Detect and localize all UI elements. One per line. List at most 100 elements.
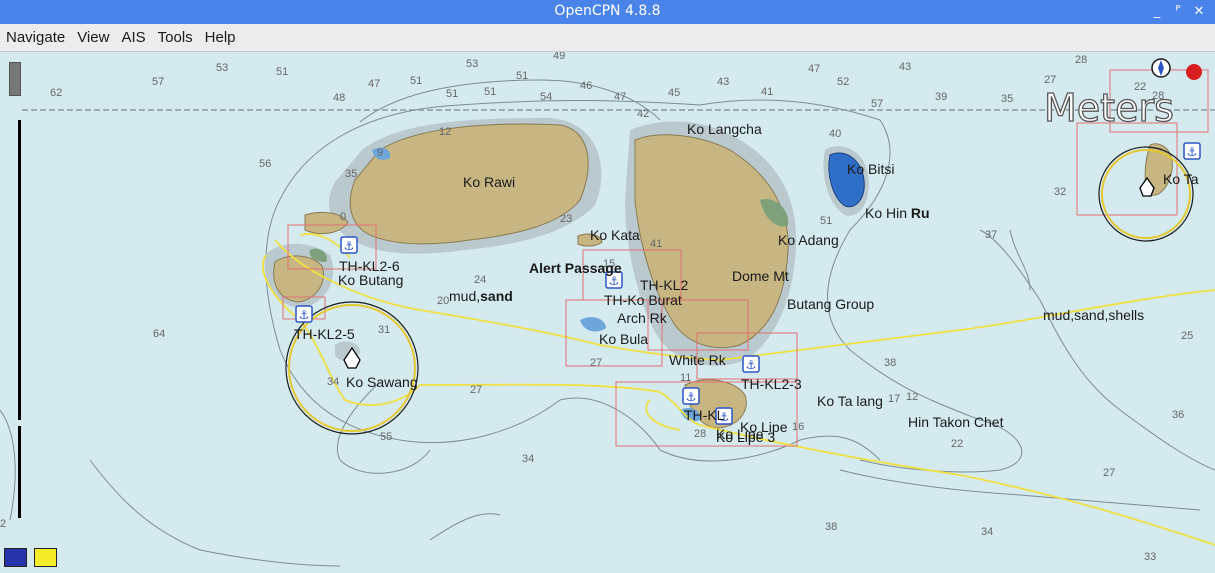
depth: 54 [540,91,552,103]
depth: 20 [437,295,449,307]
island-label: Ko Rawi [463,174,515,190]
island-label: Ko Hin Ru [865,205,930,221]
island-label: Ko Bitsi [847,161,894,177]
depth: 9 [377,147,383,159]
menu-view[interactable]: View [71,24,115,51]
depth: 47 [614,91,626,103]
depth: 43 [899,61,911,73]
passage-label: Alert Passage [529,260,622,276]
place-labels: Ko Rawi Ko Langcha Ko Bitsi Ko Hin Ru Ko… [0,85,1199,530]
svg-text:⚓: ⚓ [299,308,310,322]
island-label: Ko Langcha [687,121,762,137]
depth: 27 [1044,74,1056,86]
seabed-label-part: sand [480,288,513,304]
island-label: Ko Adang [778,232,839,248]
depth: 27 [590,357,602,369]
depth: 51 [276,66,288,78]
depth: 55 [380,431,392,443]
island-label: Ko Ta lang [817,393,883,409]
anchorage-label: TH-KL2 [640,277,688,293]
anchor-icon[interactable]: ⚓ [340,236,358,254]
scale-tick-label: 2 [0,518,6,530]
depth: 33 [1144,551,1156,563]
depth: 35 [1001,93,1013,105]
depth: 53 [466,58,478,70]
menu-ais[interactable]: AIS [115,24,151,51]
color-scheme-day-button[interactable] [34,548,57,567]
svg-text:⚓: ⚓ [1187,145,1198,159]
menu-tools[interactable]: Tools [152,24,199,51]
depth: 51 [484,86,496,98]
anchorage-label: TH-KL [684,407,725,423]
depth: 57 [152,76,164,88]
depth: 49 [553,52,565,62]
depth: 42 [637,108,649,120]
color-scheme-dark-button[interactable] [4,548,27,567]
depth: 51 [516,70,528,82]
anchorage-label: TH-KL2-6 [339,258,400,274]
seabed-label: mud,sand [449,288,513,304]
minimize-button[interactable]: _ [1147,2,1167,22]
island-label: Ko Lipe 3 [716,429,775,445]
island-label: Ko Ta [1163,171,1199,187]
depth: 37 [985,229,997,241]
depth: 34 [327,376,339,388]
rock-label: Hin Takon Chet [908,414,1004,430]
svg-text:⚓: ⚓ [686,390,697,404]
depth: 38 [884,357,896,369]
depth: 0 [340,211,346,223]
depth: 11 [680,372,691,384]
depth: 35 [345,168,357,180]
depth: 23 [560,213,572,225]
nautical-chart-canvas[interactable]: ⚓ ⚓ ⚓ ⚓ ⚓ ⚓ ⚓ 53 51 57 62 47 51 48 51 51… [0,50,1215,568]
depth: 56 [259,158,271,170]
title-bar: OpenCPN 4.8.8 _ ᴾ ✕ [0,0,1215,24]
depth: 53 [216,62,228,74]
depth: 64 [153,328,165,340]
depth-contours [0,79,1215,567]
depth: 12 [906,391,918,403]
depth: 32 [1054,186,1066,198]
anchor-icon[interactable]: ⚓ [1183,142,1201,160]
depth: 34 [522,453,534,465]
depth-unit-label: Meters [1044,86,1174,130]
depth: 28 [694,428,706,440]
depth: 34 [981,526,993,538]
anchor-icon[interactable]: ⚓ [295,305,313,323]
depth: 51 [820,215,832,227]
anchor-icon[interactable]: ⚓ [682,387,700,405]
menu-help[interactable]: Help [199,24,242,51]
window-title: OpenCPN 4.8.8 [554,3,661,19]
close-button[interactable]: ✕ [1189,2,1209,22]
svg-text:⚓: ⚓ [609,274,620,288]
island-label-part: Ko Hin [865,205,911,221]
island-label: Ko Bula [599,331,648,347]
anchorage-label: TH-KL2-3 [741,376,802,392]
depth: 17 [888,393,900,405]
depth: 27 [470,384,482,396]
svg-text:⚓: ⚓ [344,239,355,253]
island-label: Ko Butang [338,272,403,288]
depth: 57 [871,98,883,110]
depth: 47 [368,78,380,90]
scale-bar-lower [18,426,21,518]
depth: 46 [580,80,592,92]
maximize-button[interactable]: ᴾ [1168,2,1188,22]
depth: 22 [951,438,963,450]
gps-status-icon[interactable] [1186,64,1202,80]
rock-label: Arch Rk [617,310,668,326]
seabed-label-part: mud, [449,288,480,304]
depth: 43 [717,76,729,88]
mountain-label: Dome Mt [732,268,789,284]
anchor-icon[interactable]: ⚓ [742,355,760,373]
chart-bar-handle[interactable] [9,62,21,96]
depth: 52 [837,76,849,88]
rock-label: White Rk [669,352,727,368]
menu-navigate[interactable]: Navigate [0,24,71,51]
depth: 31 [378,324,390,336]
depth: 28 [1075,54,1087,66]
depth: 12 [439,126,451,138]
island-label: Ko Sawang [346,374,418,390]
island-label: Ko Kata [590,227,640,243]
seabed-label: mud,sand,shells [1043,307,1144,323]
